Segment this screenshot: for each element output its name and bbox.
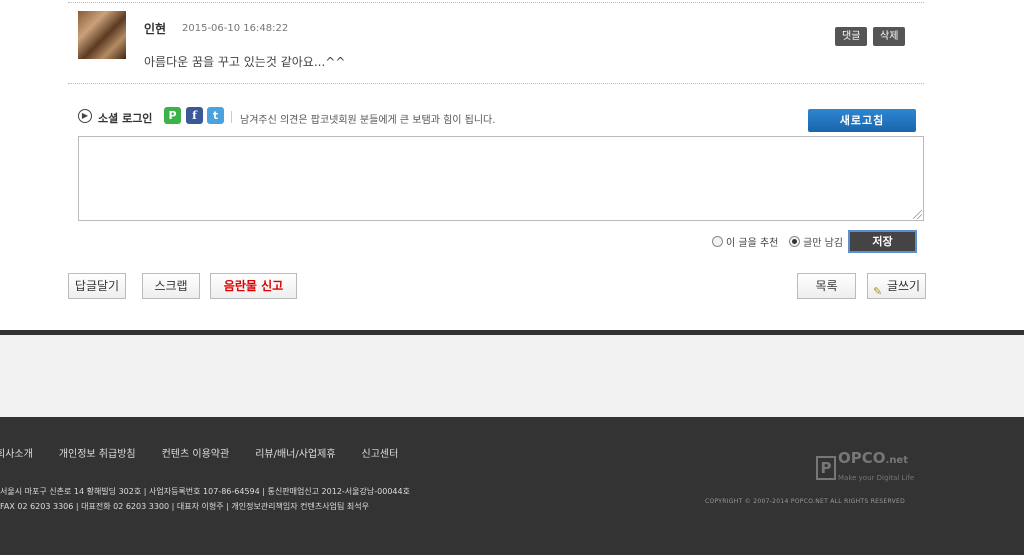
comment-textarea[interactable] xyxy=(78,136,924,221)
facebook-icon[interactable]: f xyxy=(186,107,203,124)
reply-button[interactable]: 댓글 xyxy=(835,27,868,46)
separator xyxy=(231,111,232,123)
pencil-icon: ✎ xyxy=(873,285,883,298)
footer-link-privacy[interactable]: 개인정보 취급방침 xyxy=(59,445,136,460)
answer-button[interactable]: 답글달기 xyxy=(68,273,126,299)
radio-comment-only[interactable] xyxy=(789,236,800,247)
logo-suffix: .net xyxy=(885,455,908,466)
option-recommend-label: 이 글을 추천 xyxy=(726,238,779,249)
logo-text: OPCO xyxy=(838,449,886,467)
footer-link-terms[interactable]: 컨텐츠 이용약관 xyxy=(162,445,230,460)
option-comment-only[interactable]: 글만 남김 xyxy=(789,234,843,249)
footer-link-partnership[interactable]: 리뷰/배너/사업제휴 xyxy=(255,445,335,460)
twitter-icon[interactable]: t xyxy=(207,107,224,124)
report-button[interactable]: 음란물 신고 xyxy=(210,273,297,299)
comment-author: 인현 xyxy=(144,22,167,36)
naver-p-icon[interactable]: P xyxy=(164,107,181,124)
top-divider xyxy=(68,0,924,3)
option-comment-only-label: 글만 남김 xyxy=(803,238,843,249)
comment-date: 2015-06-10 16:48:22 xyxy=(182,23,289,34)
logo-tagline: Make your Digital Life xyxy=(838,474,915,482)
footer-links: 회사소개 개인정보 취급방침 컨텐츠 이용약관 리뷰/배너/사업제휴 신고센터 xyxy=(0,445,424,460)
write-button[interactable]: ✎ 글쓰기 xyxy=(867,273,926,299)
list-button[interactable]: 목록 xyxy=(797,273,856,299)
radio-recommend[interactable] xyxy=(712,236,723,247)
save-button[interactable]: 저장 xyxy=(848,230,917,253)
avatar xyxy=(78,11,126,59)
footer-link-report[interactable]: 신고센터 xyxy=(362,445,399,460)
comment-item: 인현 2015-06-10 16:48:22 아름다운 꿈을 꾸고 있는것 같아… xyxy=(68,4,924,84)
social-info-text: 남겨주신 의견은 팝코넷회원 분들에게 큰 보탬과 힘이 됩니다. xyxy=(240,115,496,126)
refresh-button[interactable]: 새로고침 xyxy=(808,109,916,132)
grey-band xyxy=(0,335,1024,417)
comment-text: 아름다운 꿈을 꾸고 있는것 같아요...^^ xyxy=(144,55,346,69)
delete-button[interactable]: 삭제 xyxy=(873,27,906,46)
option-recommend[interactable]: 이 글을 추천 xyxy=(712,234,778,249)
footer-link-about[interactable]: 회사소개 xyxy=(0,445,33,460)
footer-address-1: 서울시 마포구 신촌로 14 황해빌딩 302호 | 사업자등록번호 107-8… xyxy=(0,487,410,496)
arrow-right-icon: ▶ xyxy=(78,109,92,123)
social-login-bar: ▶ 소셜 로그인 P f t 남겨주신 의견은 팝코넷회원 분들에게 큰 보탬과… xyxy=(78,106,924,132)
resize-handle[interactable] xyxy=(913,210,922,219)
copyright: COPYRIGHT © 2007-2014 POPCO.NET ALL RIGH… xyxy=(705,498,906,505)
social-login-label: 소셜 로그인 xyxy=(98,112,153,125)
write-button-label: 글쓰기 xyxy=(886,279,921,293)
logo-wordmark: OPCO.net Make your Digital Life xyxy=(838,451,914,485)
popco-logo: P OPCO.net Make your Digital Life xyxy=(816,451,914,485)
footer: 회사소개 개인정보 취급방침 컨텐츠 이용약관 리뷰/배너/사업제휴 신고센터 … xyxy=(0,417,1024,555)
footer-address-2: FAX 02 6203 3306 | 대표전화 02 6203 3300 | 대… xyxy=(0,502,369,511)
logo-mark: P xyxy=(816,456,836,480)
scrap-button[interactable]: 스크랩 xyxy=(142,273,200,299)
